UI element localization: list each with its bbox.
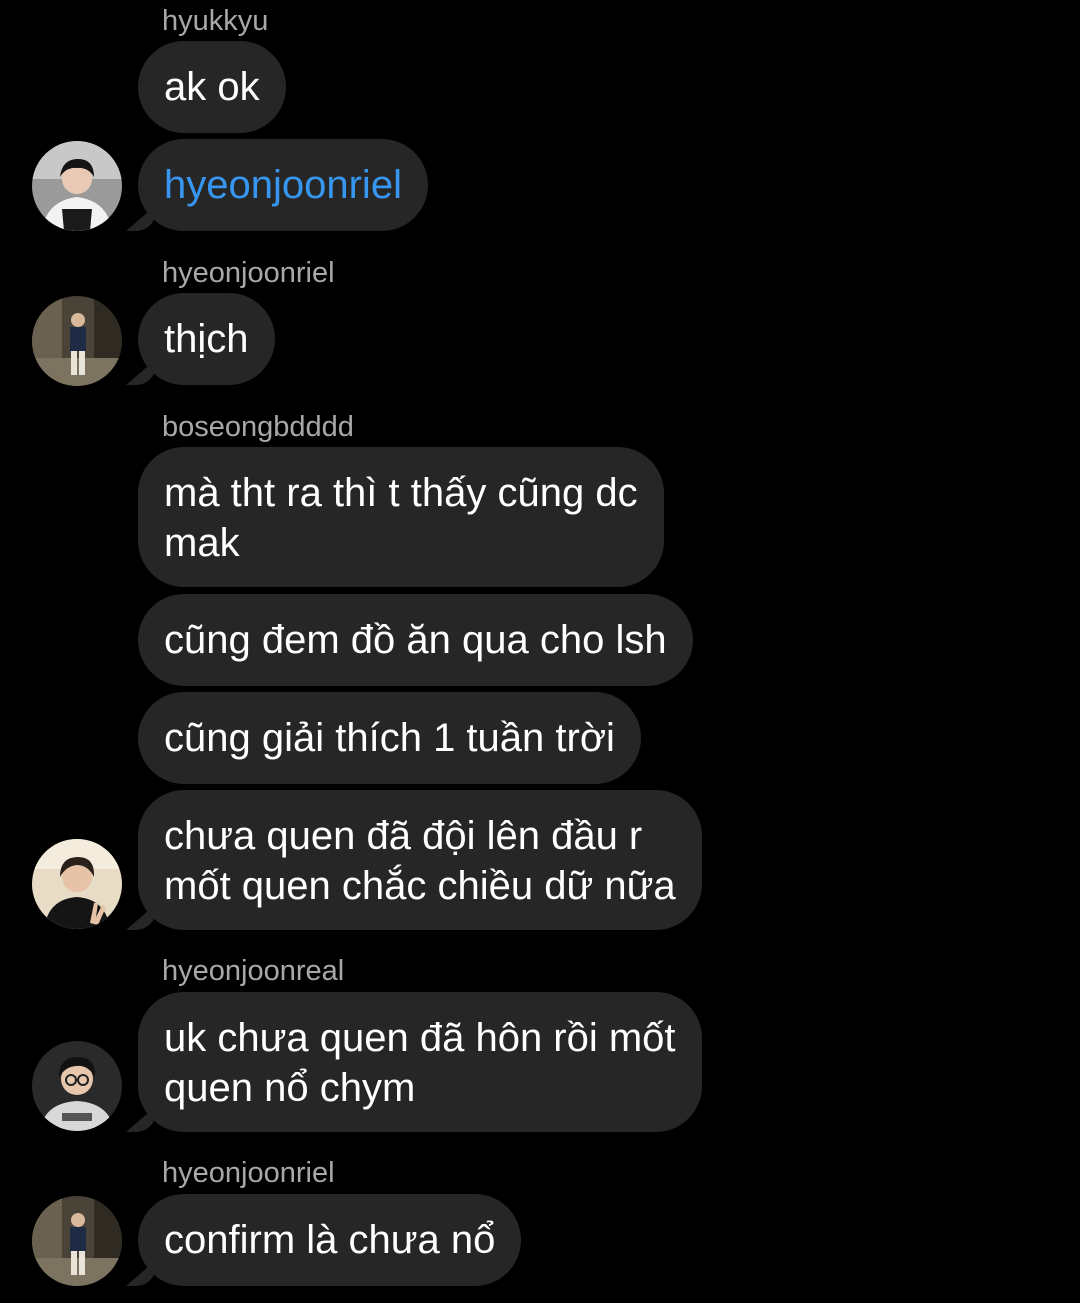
message-bubble[interactable]: uk chưa quen đã hôn rồi mốt quen nổ chym <box>138 992 702 1132</box>
message-text: cũng giải thích 1 tuần trời <box>164 716 615 760</box>
message-line: uk chưa quen đã hôn rồi mốt <box>164 1016 676 1060</box>
message-line: quen nổ chym <box>164 1066 416 1110</box>
street-photo-avatar[interactable] <box>32 1196 122 1286</box>
message-bubble[interactable]: thịch <box>138 293 275 385</box>
peace-sign-avatar[interactable] <box>32 839 122 929</box>
message-text: cũng đem đồ ăn qua cho lsh <box>164 618 667 662</box>
message-bubble[interactable]: cũng đem đồ ăn qua cho lsh <box>138 594 693 686</box>
message-line: chưa quen đã đội lên đầu r <box>164 814 643 858</box>
message-text: thịch <box>164 317 249 361</box>
sender-name: hyeonjoonreal <box>162 955 345 987</box>
message-bubble[interactable]: mà tht ra thì t thấy cũng dc mak <box>138 447 664 587</box>
message-line: mak <box>164 521 240 565</box>
mention-link[interactable]: hyeonjoonriel <box>164 163 402 207</box>
message-text: confirm là chưa nổ <box>164 1218 496 1262</box>
sender-name: hyukkyu <box>162 5 269 37</box>
message-bubble[interactable]: confirm là chưa nổ <box>138 1194 522 1286</box>
sender-name: hyeonjoonriel <box>162 1157 335 1189</box>
glasses-avatar[interactable] <box>32 1041 122 1131</box>
message-line: mà tht ra thì t thấy cũng dc <box>164 471 638 515</box>
street-photo-avatar[interactable] <box>32 296 122 386</box>
message-bubble[interactable]: ak ok <box>138 41 286 133</box>
message-line: mốt quen chắc chiều dữ nữa <box>164 864 676 908</box>
message-bubble[interactable]: cũng giải thích 1 tuần trời <box>138 692 641 784</box>
sender-name: boseongbdddd <box>162 411 354 443</box>
player-jersey-avatar[interactable] <box>32 141 122 231</box>
chat-thread: hyukkyu ak ok hyeonjoonriel hyeonjoonrie… <box>0 0 1080 1303</box>
mention-bubble[interactable]: hyeonjoonriel <box>138 139 428 231</box>
sender-name: hyeonjoonriel <box>162 257 335 289</box>
message-text: ak ok <box>164 65 260 109</box>
message-bubble[interactable]: chưa quen đã đội lên đầu r mốt quen chắc… <box>138 790 702 930</box>
